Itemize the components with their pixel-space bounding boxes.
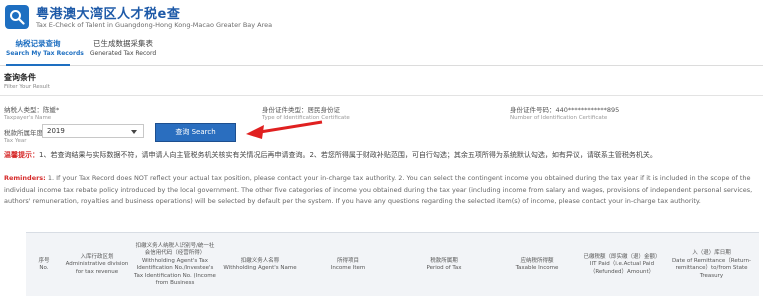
column-header-en: No. bbox=[39, 265, 49, 271]
column-header-withholding-name: 扣缴义务人名称 Withholding Agent's Name bbox=[218, 233, 302, 296]
red-arrow-annotation bbox=[246, 120, 323, 139]
column-header-zh: 入库行政区划 bbox=[80, 253, 114, 260]
column-header-income-item: 所得项目 Income Item bbox=[302, 233, 394, 296]
reminder-zh-label: 温馨提示： bbox=[4, 151, 39, 159]
tab-search-my-tax-records[interactable]: 纳税记录查询 Search My Tax Records bbox=[6, 38, 84, 66]
taxpayer-name-value: 纳税人类型：陈媛* bbox=[4, 106, 60, 114]
search-button[interactable]: 查询 Search bbox=[155, 123, 236, 142]
id-type-value: 身份证件类型：居民身份证 bbox=[262, 106, 340, 114]
column-header-zh: 序号 bbox=[38, 257, 50, 264]
column-header-zh: 已缴税额（即实缴（退）金额） bbox=[583, 253, 661, 260]
column-header-admin-division: 入库行政区划 Administrative division for tax re… bbox=[62, 233, 132, 296]
column-header-zh: 税款所属期 bbox=[430, 257, 458, 264]
search-logo-icon bbox=[5, 5, 29, 29]
column-header-period-of-tax: 税款所属期 Period of Tax bbox=[394, 233, 494, 296]
reminder-zh: 温馨提示：1、若查询结果与实际数据不符，请申请人向主管税务机关核实有关情况后再申… bbox=[4, 150, 759, 161]
app-title: 粤港澳大湾区人才税e查 bbox=[36, 7, 181, 22]
app-header: 粤港澳大湾区人才税e查 Tax E-Check of Talent in Gua… bbox=[0, 0, 763, 34]
tax-year-label-en: Tax Year bbox=[4, 138, 27, 144]
column-header-en: Period of Tax bbox=[426, 265, 462, 271]
column-header-zh: 扣缴义务人名称 bbox=[240, 257, 280, 264]
filter-title-zh: 查询条件 bbox=[4, 73, 36, 82]
section-divider bbox=[0, 95, 763, 96]
tax-year-value: 2019 bbox=[47, 127, 65, 135]
id-number-field: 身份证件号码：440************895 Number of Iden… bbox=[510, 104, 619, 121]
column-header-en: Date of Remittance（Return-remittance）to/… bbox=[671, 257, 752, 279]
id-number-value: 身份证件号码：440************895 bbox=[510, 106, 620, 114]
chevron-down-icon bbox=[131, 130, 137, 134]
tab-generated-tax-record[interactable]: 已生成数据采集表 Generated Tax Record bbox=[82, 38, 164, 57]
reminder-en-label: Reminders: bbox=[4, 174, 46, 182]
column-header-taxable-income: 应纳税所得额 Taxable Income bbox=[494, 233, 580, 296]
reminder-en-text: 1. If your Tax Record does NOT reflect y… bbox=[4, 174, 753, 205]
taxpayer-name-label: Taxpayer's Name bbox=[4, 115, 52, 121]
tab-bar: 纳税记录查询 Search My Tax Records 已生成数据采集表 Ge… bbox=[0, 36, 763, 66]
tab-label-zh: 纳税记录查询 bbox=[15, 39, 61, 48]
tab-label-zh: 已生成数据采集表 bbox=[93, 39, 153, 48]
column-header-en: Income Item bbox=[330, 265, 366, 271]
column-header-en: Administrative division for tax revenue bbox=[65, 261, 129, 275]
taxpayer-name-field: 纳税人类型：陈媛* Taxpayer's Name bbox=[4, 104, 59, 121]
column-header-en: Withholding Agent's Tax Identification N… bbox=[134, 257, 216, 287]
tax-records-table-header: 序号 No. 入库行政区划 Administrative division for … bbox=[26, 232, 759, 296]
column-header-remittance-date: 入（退）库日期 Date of Remittance（Return-remitta… bbox=[664, 233, 759, 296]
filter-title-en: Filter Your Result bbox=[4, 84, 50, 90]
tab-label-en: Search My Tax Records bbox=[6, 50, 84, 57]
id-number-label: Number of Identification Certificate bbox=[510, 115, 608, 121]
app-subtitle: Tax E-Check of Talent in Guangdong-Hong … bbox=[36, 21, 273, 29]
column-header-no: 序号 No. bbox=[26, 233, 62, 296]
column-header-zh: 应纳税所得额 bbox=[520, 257, 554, 264]
reminder-en: Reminders: 1. If your Tax Record does NO… bbox=[4, 173, 759, 208]
column-header-zh: 所得项目 bbox=[336, 257, 359, 264]
column-header-zh: 入（退）库日期 bbox=[692, 250, 731, 256]
tab-label-en: Generated Tax Record bbox=[89, 50, 157, 57]
column-header-zh: 扣缴义务人纳税人识别号/统一社会信用代码（经营所得） bbox=[135, 242, 215, 257]
column-header-withholding-id: 扣缴义务人纳税人识别号/统一社会信用代码（经营所得） Withholding Ag… bbox=[132, 233, 218, 296]
column-header-en: Taxable Income bbox=[515, 265, 559, 271]
column-header-en: IIT Paid（i.e.Actual Paid（Refunded）Amount… bbox=[589, 261, 655, 275]
column-header-iit-paid: 已缴税额（即实缴（退）金额） IIT Paid（i.e.Actual Paid（R… bbox=[580, 233, 664, 296]
reminder-zh-text: 1、若查询结果与实际数据不符，请申请人向主管税务机关核实有关情况后再申请查询。2… bbox=[39, 151, 657, 159]
filter-section-title: 查询条件 Filter Your Result bbox=[4, 72, 50, 90]
column-header-en: Withholding Agent's Name bbox=[223, 265, 297, 271]
tax-year-select[interactable]: 2019 bbox=[42, 124, 144, 138]
